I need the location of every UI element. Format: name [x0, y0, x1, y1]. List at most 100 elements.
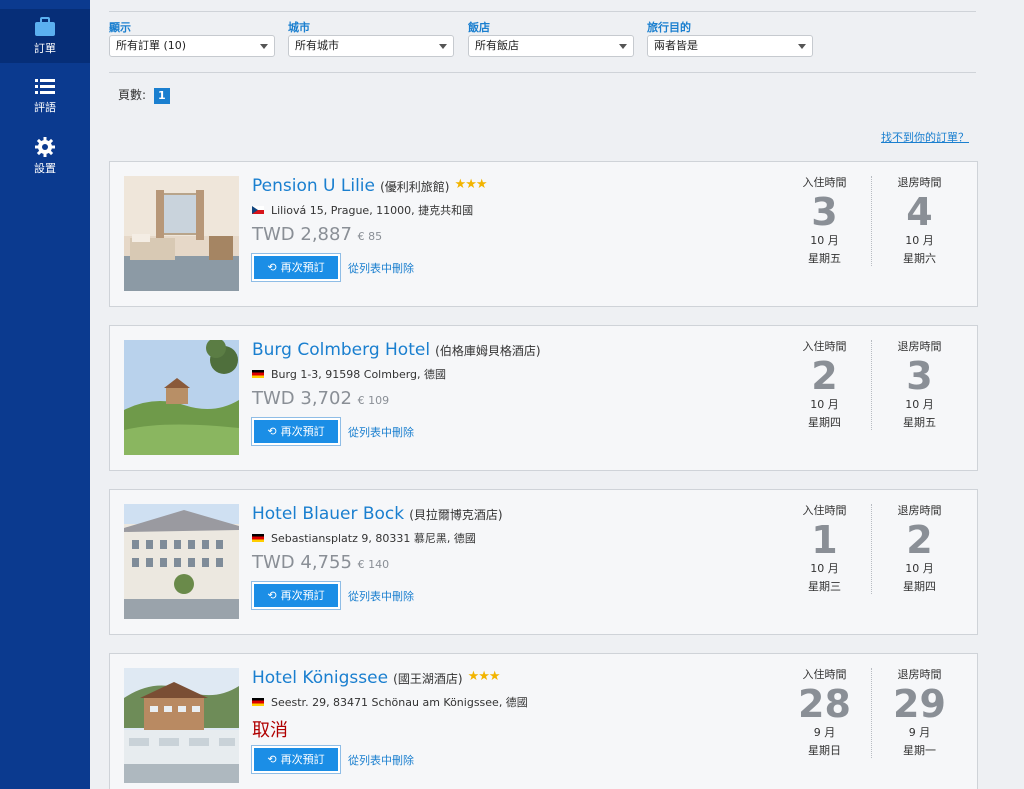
- hotel-address: Liliová 15, Prague, 11000, 捷克共和國: [252, 202, 473, 218]
- stay-dates: 入住時間 28 9 月 星期日 退房時間 29 9 月 星期一: [777, 666, 977, 761]
- checkin-day: 3: [811, 190, 838, 234]
- price-local: TWD 3,702: [252, 388, 352, 409]
- filter-display: 顯示 所有訂單 (10): [109, 19, 275, 57]
- filter-label: 旅行目的: [647, 21, 691, 34]
- rebook-button[interactable]: ⟲ 再次預訂: [252, 582, 340, 609]
- czech-flag-icon: [252, 206, 264, 214]
- checkout-month: 9 月: [908, 726, 931, 739]
- checkin-weekday: 星期三: [808, 580, 841, 593]
- select-value: 所有訂單 (10): [116, 39, 187, 52]
- checkin-month: 9 月: [813, 726, 836, 739]
- remove-from-list-link[interactable]: 從列表中刪除: [348, 752, 414, 768]
- help-link[interactable]: 找不到你的訂單？: [881, 129, 969, 145]
- remove-from-list-link[interactable]: 從列表中刪除: [348, 588, 414, 604]
- checkout-day: 29: [893, 682, 946, 726]
- refresh-icon: ⟲: [267, 589, 277, 602]
- checkin-weekday: 星期五: [808, 252, 841, 265]
- checkin-day: 2: [811, 354, 838, 398]
- booking-card: Burg Colmberg Hotel (伯格庫姆貝格酒店) Burg 1-3,…: [109, 325, 978, 471]
- checkin-label: 入住時間: [802, 340, 847, 353]
- hotel-name-link[interactable]: Burg Colmberg Hotel: [252, 340, 430, 360]
- address-text: Sebastiansplatz 9, 80331 慕尼黑, 德國: [271, 532, 476, 545]
- sidebar-item-label: 訂單: [34, 42, 56, 55]
- chevron-down-icon: [260, 44, 268, 49]
- checkout-label: 退房時間: [897, 176, 942, 189]
- price-local: TWD 2,887: [252, 224, 352, 245]
- checkin-month: 10 月: [810, 562, 839, 575]
- checkin-label: 入住時間: [802, 504, 847, 517]
- price-eur: € 109: [357, 394, 390, 407]
- checkin-date: 入住時間 3 10 月 星期五: [777, 174, 872, 266]
- sidebar-item-bookings[interactable]: 訂單: [0, 9, 90, 63]
- hotel-address: Seestr. 29, 83471 Schönau am Königssee, …: [252, 694, 528, 710]
- refresh-icon: ⟲: [267, 753, 277, 766]
- booking-card: Hotel Königssee (國王湖酒店) ★★★ Seestr. 29, …: [109, 653, 978, 789]
- address-text: Seestr. 29, 83471 Schönau am Königssee, …: [271, 696, 528, 709]
- chevron-down-icon: [619, 44, 627, 49]
- checkin-month: 10 月: [810, 234, 839, 247]
- display-select[interactable]: 所有訂單 (10): [109, 35, 275, 57]
- sidebar: 訂單 評語 設置: [0, 0, 90, 789]
- pagination: 頁數: 1: [118, 86, 170, 104]
- hotel-name-link[interactable]: Hotel Königssee: [252, 668, 388, 688]
- rebook-label: 再次預訂: [280, 589, 325, 602]
- checkin-date: 入住時間 28 9 月 星期日: [777, 666, 872, 758]
- hotel-name-link[interactable]: Hotel Blauer Bock: [252, 504, 404, 524]
- checkout-date: 退房時間 4 10 月 星期六: [872, 174, 967, 266]
- sidebar-item-reviews[interactable]: 評語: [0, 72, 90, 126]
- hotel-address: Burg 1-3, 91598 Colmberg, 德國: [252, 366, 446, 382]
- price-eur: € 85: [357, 230, 383, 243]
- booking-card: Hotel Blauer Bock (貝拉爾博克酒店) Sebastianspl…: [109, 489, 978, 635]
- hotel-title: Hotel Blauer Bock (貝拉爾博克酒店): [252, 504, 503, 524]
- hotel-title: Pension U Lilie (優利利旅館) ★★★: [252, 176, 488, 196]
- hotel-name-link[interactable]: Pension U Lilie: [252, 176, 375, 196]
- checkin-weekday: 星期日: [808, 744, 841, 757]
- divider: [109, 11, 976, 12]
- checkin-date: 入住時間 2 10 月 星期四: [777, 338, 872, 430]
- hotel-local-name: (貝拉爾博克酒店): [409, 508, 503, 522]
- rebook-button[interactable]: ⟲ 再次預訂: [252, 746, 340, 773]
- hotel-photo: [124, 340, 239, 455]
- remove-from-list-link[interactable]: 從列表中刪除: [348, 260, 414, 276]
- checkin-label: 入住時間: [802, 668, 847, 681]
- city-select[interactable]: 所有城市: [288, 35, 454, 57]
- rebook-label: 再次預訂: [280, 261, 325, 274]
- divider: [109, 72, 976, 73]
- stay-dates: 入住時間 2 10 月 星期四 退房時間 3 10 月 星期五: [777, 338, 977, 433]
- select-value: 兩者皆是: [654, 39, 698, 52]
- hotel-local-name: (優利利旅館): [380, 180, 450, 194]
- filter-trip-purpose: 旅行目的 兩者皆是: [647, 19, 813, 57]
- star-rating: ★★★: [467, 669, 501, 684]
- page-button-current[interactable]: 1: [153, 87, 170, 104]
- checkout-weekday: 星期六: [903, 252, 936, 265]
- sidebar-item-label: 評語: [34, 101, 56, 114]
- hotel-local-name: (伯格庫姆貝格酒店): [435, 344, 541, 358]
- hotel-select[interactable]: 所有飯店: [468, 35, 634, 57]
- rebook-button[interactable]: ⟲ 再次預訂: [252, 254, 340, 281]
- trip-purpose-select[interactable]: 兩者皆是: [647, 35, 813, 57]
- hotel-photo: [124, 176, 239, 291]
- hotel-address: Sebastiansplatz 9, 80331 慕尼黑, 德國: [252, 530, 476, 546]
- checkout-month: 10 月: [905, 562, 934, 575]
- sidebar-item-label: 設置: [34, 162, 56, 175]
- rebook-label: 再次預訂: [280, 753, 325, 766]
- hotel-local-name: (國王湖酒店): [393, 672, 463, 686]
- remove-from-list-link[interactable]: 從列表中刪除: [348, 424, 414, 440]
- germany-flag-icon: [252, 370, 264, 378]
- rebook-button[interactable]: ⟲ 再次預訂: [252, 418, 340, 445]
- checkout-date: 退房時間 3 10 月 星期五: [872, 338, 967, 430]
- booking-price: TWD 2,887 € 85: [252, 224, 382, 245]
- select-value: 所有飯店: [475, 39, 519, 52]
- filter-label: 顯示: [109, 21, 131, 34]
- checkout-day: 3: [906, 354, 933, 398]
- sidebar-item-settings[interactable]: 設置: [0, 131, 90, 185]
- checkout-month: 10 月: [905, 398, 934, 411]
- filter-label: 城市: [288, 21, 310, 34]
- price-eur: € 140: [357, 558, 390, 571]
- hotel-title: Burg Colmberg Hotel (伯格庫姆貝格酒店): [252, 340, 541, 360]
- germany-flag-icon: [252, 698, 264, 706]
- chevron-down-icon: [798, 44, 806, 49]
- checkout-day: 4: [906, 190, 933, 234]
- checkout-label: 退房時間: [897, 340, 942, 353]
- checkout-label: 退房時間: [897, 504, 942, 517]
